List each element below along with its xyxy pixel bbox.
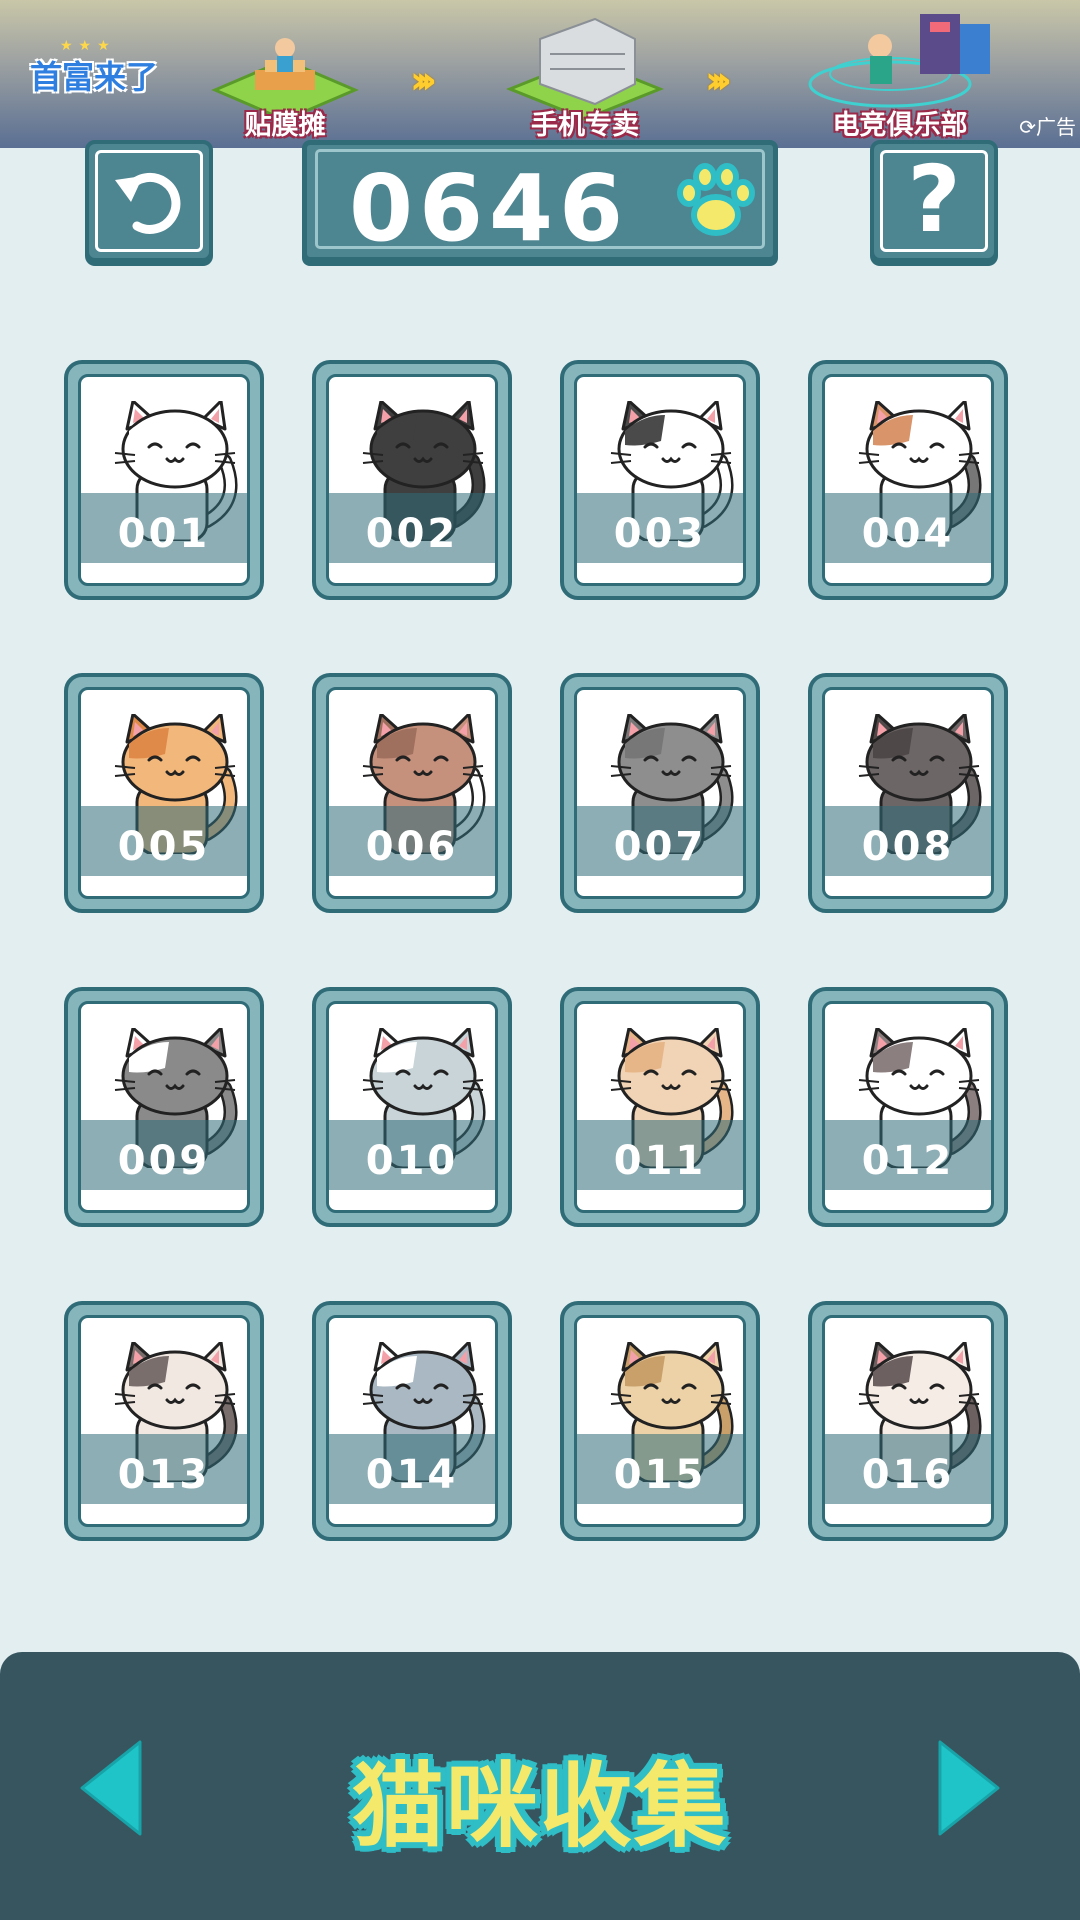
paw-count-value: 0646: [349, 155, 630, 262]
cat-card-face: 005: [78, 687, 250, 899]
undo-button[interactable]: [85, 140, 213, 262]
cat-number: 009: [117, 1138, 211, 1184]
footer-bar: 猫咪收集: [0, 1652, 1080, 1920]
cat-card[interactable]: 012: [808, 987, 1008, 1227]
cat-card[interactable]: 007: [560, 673, 760, 913]
cat-number: 010: [365, 1138, 459, 1184]
paw-counter: 0646: [302, 140, 778, 262]
cat-card-face: 013: [78, 1315, 250, 1527]
ad-stage-label-1: 贴膜摊: [244, 110, 326, 141]
cat-card[interactable]: 005: [64, 673, 264, 913]
ad-logo: ★★★ 首富来了: [30, 38, 159, 96]
cat-card[interactable]: 008: [808, 673, 1008, 913]
cat-number: 004: [861, 511, 955, 557]
star-icons: ★★★: [60, 38, 116, 54]
cat-number: 014: [365, 1452, 459, 1498]
cat-card[interactable]: 015: [560, 1301, 760, 1541]
cat-card-face: 008: [822, 687, 994, 899]
cat-number: 011: [613, 1138, 707, 1184]
ad-arrows-1: ›››: [410, 58, 437, 102]
cat-number: 016: [861, 1452, 955, 1498]
cat-card-face: 014: [326, 1315, 498, 1527]
cat-card-face: 002: [326, 374, 498, 586]
cat-card-face: 007: [574, 687, 746, 899]
cat-number: 007: [613, 824, 707, 870]
ad-stage-label-2: 手机专卖: [531, 110, 639, 141]
cat-card[interactable]: 013: [64, 1301, 264, 1541]
ad-stage-2: 手机专卖: [500, 0, 670, 148]
ad-banner[interactable]: ★★★ 首富来了 贴膜摊 ››› 手机专卖 ››› 电竞俱乐部 ⟳广告: [0, 0, 1080, 148]
cat-card-face: 016: [822, 1315, 994, 1527]
cat-card[interactable]: 016: [808, 1301, 1008, 1541]
cat-card-face: 010: [326, 1001, 498, 1213]
cat-number: 013: [117, 1452, 211, 1498]
cat-card-face: 004: [822, 374, 994, 586]
cat-card[interactable]: 010: [312, 987, 512, 1227]
cat-card[interactable]: 009: [64, 987, 264, 1227]
cat-number: 006: [365, 824, 459, 870]
cat-number: 002: [365, 511, 459, 557]
cat-card-face: 006: [326, 687, 498, 899]
cat-card[interactable]: 006: [312, 673, 512, 913]
cat-number: 012: [861, 1138, 955, 1184]
ad-stage-label-3: 电竞俱乐部: [832, 110, 968, 141]
cat-card-face: 009: [78, 1001, 250, 1213]
cat-card[interactable]: 001: [64, 360, 264, 600]
cat-number: 008: [861, 824, 955, 870]
cat-number: 015: [613, 1452, 707, 1498]
cat-card-face: 011: [574, 1001, 746, 1213]
cat-number: 001: [117, 511, 211, 557]
cat-card-face: 001: [78, 374, 250, 586]
cat-card[interactable]: 002: [312, 360, 512, 600]
cat-card[interactable]: 014: [312, 1301, 512, 1541]
ad-arrows-2: ›››: [705, 58, 732, 102]
next-page-arrow-icon[interactable]: [932, 1738, 1002, 1838]
ad-label[interactable]: ⟳广告: [1019, 111, 1076, 140]
cat-number: 005: [117, 824, 211, 870]
cat-number: 003: [613, 511, 707, 557]
cat-card-face: 003: [574, 374, 746, 586]
undo-icon: [115, 172, 181, 234]
cat-card[interactable]: 011: [560, 987, 760, 1227]
footer-title: 猫咪收集: [351, 1753, 728, 1860]
esports-club-icon: [808, 14, 990, 108]
ad-stage-3: 电竞俱乐部: [790, 0, 1010, 148]
cat-card[interactable]: 003: [560, 360, 760, 600]
ad-stage-1: 贴膜摊: [205, 0, 365, 148]
help-button[interactable]: ?: [870, 140, 998, 262]
paw-icon: [677, 163, 755, 236]
help-icon: ?: [907, 146, 961, 253]
cat-card[interactable]: 004: [808, 360, 1008, 600]
cat-card-face: 015: [574, 1315, 746, 1527]
cat-card-face: 012: [822, 1001, 994, 1213]
